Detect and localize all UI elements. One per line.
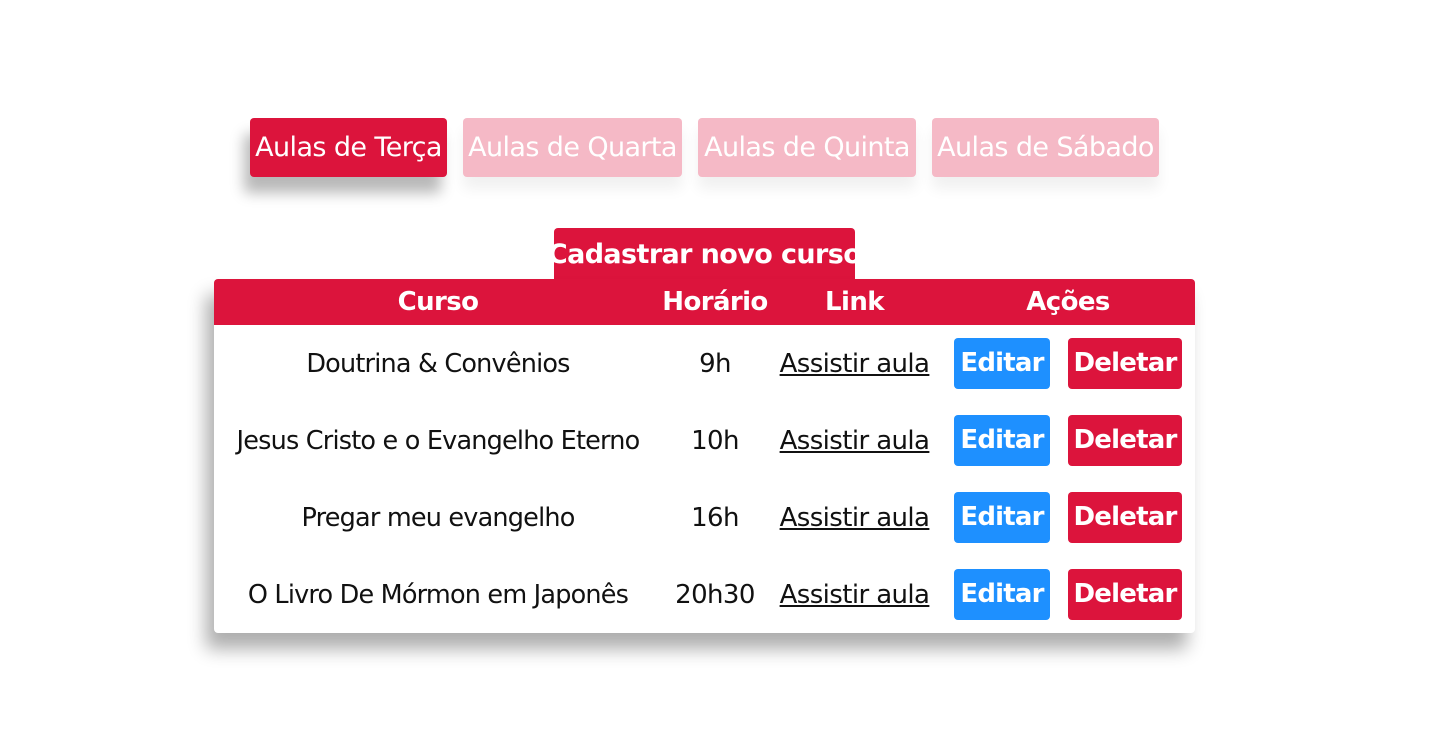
course-name: Doutrina & Convênios xyxy=(306,349,570,379)
table-header: Curso Horário Link Ações xyxy=(214,279,1195,325)
header-time: Horário xyxy=(662,287,768,317)
new-course-button[interactable]: Cadastrar novo curso xyxy=(548,228,862,281)
course-time: 10h xyxy=(691,426,739,456)
course-time: 16h xyxy=(691,503,739,533)
course-link-cell: Assistir aula xyxy=(768,415,941,467)
watch-class-link[interactable]: Assistir aula xyxy=(780,503,930,533)
course-name: Pregar meu evangelho xyxy=(301,503,575,533)
tab-tuesday[interactable]: Aulas de Terça xyxy=(250,118,447,177)
header-actions: Ações xyxy=(1026,287,1110,317)
course-name: O Livro De Mórmon em Japonês xyxy=(247,580,629,610)
course-time: 20h30 xyxy=(675,580,755,610)
table-row: Pregar meu evangelho 16h Assistir aula E… xyxy=(214,492,1195,569)
courses-table: Curso Horário Link Ações Doutrina & Conv… xyxy=(214,279,1195,633)
tab-thursday[interactable]: Aulas de Quinta xyxy=(698,118,916,177)
course-time: 9h xyxy=(699,349,731,379)
course-link-cell: Assistir aula xyxy=(768,569,941,621)
watch-class-link[interactable]: Assistir aula xyxy=(780,426,930,456)
delete-button[interactable]: Deletar xyxy=(1068,492,1182,543)
tab-saturday[interactable]: Aulas de Sábado xyxy=(932,118,1159,177)
edit-button[interactable]: Editar xyxy=(954,569,1050,620)
tab-wednesday[interactable]: Aulas de Quarta xyxy=(463,118,682,177)
course-link-cell: Assistir aula xyxy=(768,338,941,390)
header-link: Link xyxy=(825,287,884,317)
edit-button[interactable]: Editar xyxy=(954,338,1050,389)
watch-class-link[interactable]: Assistir aula xyxy=(780,580,930,610)
course-link-cell: Assistir aula xyxy=(768,492,941,544)
edit-button[interactable]: Editar xyxy=(954,492,1050,543)
watch-class-link[interactable]: Assistir aula xyxy=(780,349,930,379)
course-name: Jesus Cristo e o Evangelho Eterno xyxy=(236,426,641,456)
header-course: Curso xyxy=(397,287,479,317)
day-tabs: Aulas de Terça Aulas de Quarta Aulas de … xyxy=(250,118,1159,177)
delete-button[interactable]: Deletar xyxy=(1068,415,1182,466)
page: Aulas de Terça Aulas de Quarta Aulas de … xyxy=(0,0,1431,756)
delete-button[interactable]: Deletar xyxy=(1068,569,1182,620)
table-row: Doutrina & Convênios 9h Assistir aula Ed… xyxy=(214,338,1195,415)
edit-button[interactable]: Editar xyxy=(954,415,1050,466)
delete-button[interactable]: Deletar xyxy=(1068,338,1182,389)
table-row: Jesus Cristo e o Evangelho Eterno 10h As… xyxy=(214,415,1195,492)
table-row: O Livro De Mórmon em Japonês 20h30 Assis… xyxy=(214,569,1195,633)
